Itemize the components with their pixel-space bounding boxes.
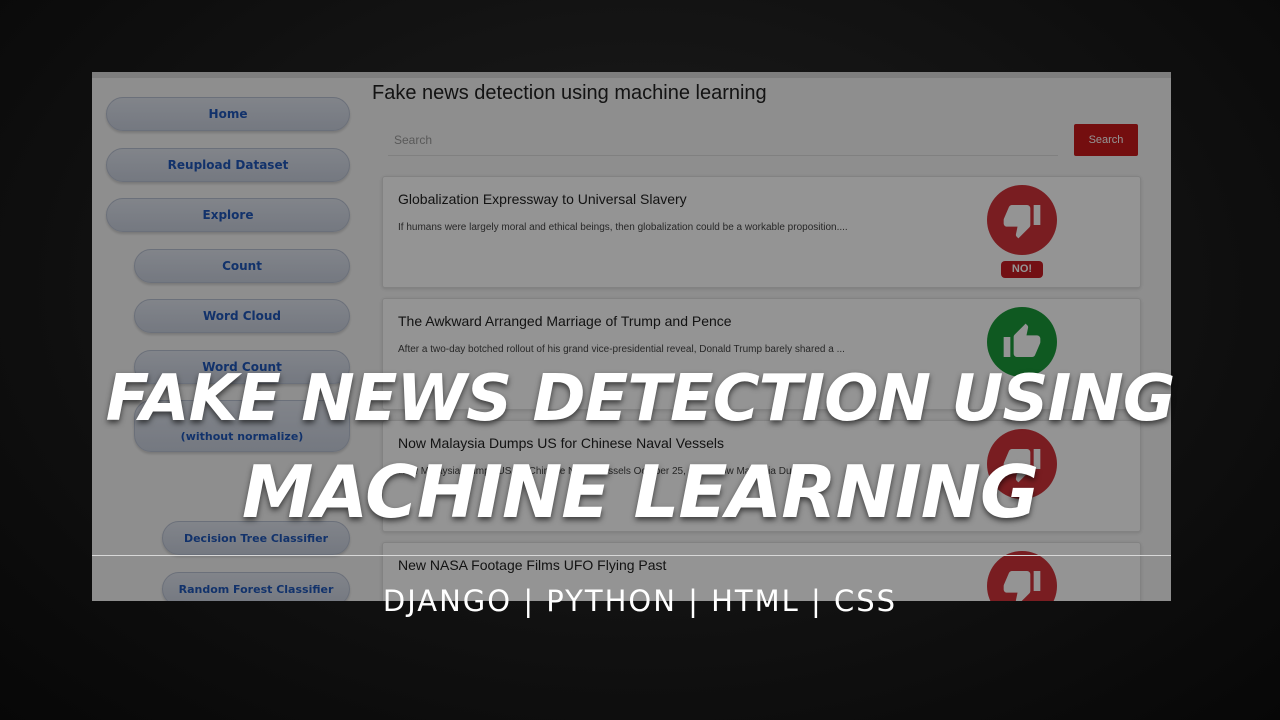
headline-line-1: FAKE NEWS DETECTION USING <box>105 362 1176 436</box>
headline-line-2: MACHINE LEARNING <box>241 450 1039 534</box>
divider <box>92 555 1171 556</box>
tech-stack-tagline: DJANGO | PYTHON | HTML | CSS <box>382 584 898 618</box>
